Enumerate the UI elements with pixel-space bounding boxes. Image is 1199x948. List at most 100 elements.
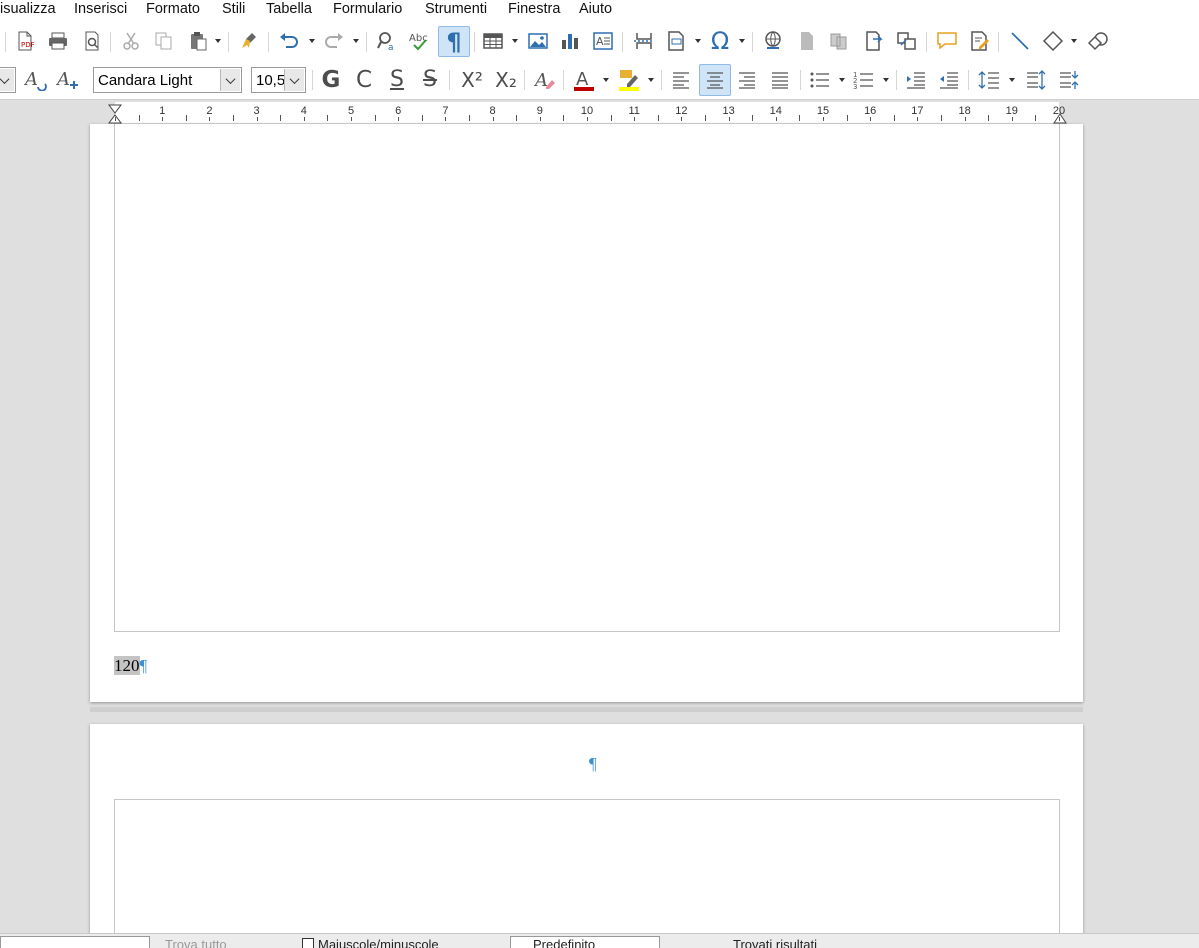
print-icon[interactable]: [44, 27, 72, 55]
menu-formulario[interactable]: Formulario: [333, 1, 402, 17]
paste-icon[interactable]: [184, 27, 212, 55]
highlight-color-dropdown-icon[interactable]: [647, 66, 655, 94]
insert-footnote-icon[interactable]: [793, 27, 821, 55]
horizontal-ruler[interactable]: 1 2 3 4 5 6 7 8 9 10 11 12 13 14 15 16 17 18 19 20: [91, 102, 1081, 124]
menu-strumenti[interactable]: Strumenti: [425, 1, 487, 17]
insert-comment-icon[interactable]: [933, 27, 961, 55]
line-spacing-dropdown-icon[interactable]: [1008, 66, 1016, 94]
copy-icon[interactable]: [150, 27, 178, 55]
chevron-down-icon[interactable]: [220, 69, 240, 91]
undo-dropdown-icon[interactable]: [308, 27, 316, 55]
chevron-down-icon[interactable]: [0, 69, 14, 91]
font-size-combo[interactable]: 10,5: [251, 67, 306, 93]
insert-chart-icon[interactable]: [556, 27, 584, 55]
ruler-tick: [610, 115, 612, 121]
ruler-tick: [539, 117, 541, 121]
text-frame[interactable]: [114, 799, 1060, 948]
print-preview-icon[interactable]: [78, 27, 106, 55]
ordered-list-icon[interactable]: 123: [850, 66, 878, 94]
svg-text:a: a: [388, 43, 394, 52]
basic-shapes-icon[interactable]: [1039, 27, 1067, 55]
document-page[interactable]: 120¶: [90, 124, 1083, 702]
menu-formato[interactable]: Formato: [146, 1, 200, 17]
menu-tabella[interactable]: Tabella: [266, 1, 312, 17]
first-line-indent-icon[interactable]: [108, 104, 122, 124]
formatting-marks-toggle[interactable]: ¶: [438, 26, 470, 57]
ruler-label: 19: [1005, 105, 1018, 117]
page-break-icon[interactable]: [630, 27, 658, 55]
ruler-label: 3: [253, 105, 260, 117]
insert-endnote-icon[interactable]: [826, 27, 854, 55]
new-style-icon[interactable]: A: [54, 66, 82, 94]
highlight-color-icon[interactable]: [615, 66, 643, 94]
ruler-label: 8: [489, 105, 496, 117]
insert-hyperlink-icon[interactable]: [759, 27, 787, 55]
menu-finestra[interactable]: Finestra: [508, 1, 560, 17]
paragraph-style-combo[interactable]: [0, 67, 16, 93]
menu-bar: isualizza Inserisci Formato Stili Tabell…: [0, 0, 1199, 22]
superscript-button[interactable]: X²: [456, 66, 488, 94]
insert-textbox-icon[interactable]: A: [589, 27, 617, 55]
paste-dropdown-icon[interactable]: [214, 27, 222, 55]
decrease-paragraph-spacing-icon[interactable]: [1055, 66, 1083, 94]
insert-table-icon[interactable]: [479, 27, 507, 55]
insert-field-dropdown-icon[interactable]: [694, 27, 702, 55]
align-center-icon[interactable]: [699, 64, 731, 96]
clear-formatting-icon[interactable]: A: [531, 66, 559, 94]
document-page[interactable]: ¶: [90, 724, 1083, 948]
menu-aiuto[interactable]: Aiuto: [579, 1, 612, 17]
bold-button[interactable]: G: [317, 66, 345, 94]
underline-button[interactable]: S: [383, 66, 411, 94]
find-replace-icon[interactable]: a: [373, 27, 401, 55]
align-left-icon[interactable]: [667, 66, 695, 94]
find-all-label[interactable]: Trova tutto: [165, 937, 227, 948]
font-color-icon[interactable]: A: [570, 66, 598, 94]
font-color-dropdown-icon[interactable]: [602, 66, 610, 94]
export-pdf-icon[interactable]: PDF: [11, 27, 39, 55]
track-changes-icon[interactable]: [966, 27, 994, 55]
italic-button[interactable]: C: [350, 66, 378, 94]
ruler-tick: [492, 117, 494, 121]
find-input[interactable]: [0, 936, 150, 948]
page-number-paragraph[interactable]: 120¶: [114, 656, 147, 676]
insert-image-icon[interactable]: [524, 27, 552, 55]
menu-stili[interactable]: Stili: [222, 1, 245, 17]
clone-formatting-icon[interactable]: [235, 27, 263, 55]
ruler-tick: [964, 117, 966, 121]
update-style-icon[interactable]: A: [22, 66, 50, 94]
insert-bookmark-icon[interactable]: [860, 27, 888, 55]
basic-shapes-dropdown-icon[interactable]: [1070, 27, 1078, 55]
special-character-dropdown-icon[interactable]: [738, 27, 746, 55]
page-style-combo[interactable]: Predefinito: [510, 936, 660, 948]
text-frame[interactable]: [114, 124, 1060, 632]
ordered-list-dropdown-icon[interactable]: [882, 66, 890, 94]
line-spacing-icon[interactable]: [975, 66, 1003, 94]
undo-icon[interactable]: [275, 27, 303, 55]
draw-functions-icon[interactable]: [1084, 27, 1112, 55]
svg-text:A: A: [56, 69, 70, 90]
insert-field-icon[interactable]: [662, 27, 690, 55]
insert-cross-reference-icon[interactable]: [893, 27, 921, 55]
ruler-tick: [469, 115, 470, 121]
unordered-list-dropdown-icon[interactable]: [838, 66, 846, 94]
redo-dropdown-icon[interactable]: [352, 27, 360, 55]
strikethrough-button[interactable]: S: [416, 66, 444, 94]
match-case-checkbox[interactable]: [302, 938, 314, 948]
cut-icon[interactable]: [117, 27, 145, 55]
unordered-list-icon[interactable]: [806, 66, 834, 94]
subscript-button[interactable]: X₂: [490, 66, 522, 94]
justify-icon[interactable]: [766, 66, 794, 94]
menu-inserisci[interactable]: Inserisci: [74, 1, 127, 17]
menu-visualizza[interactable]: isualizza: [0, 1, 56, 17]
align-right-icon[interactable]: [733, 66, 761, 94]
chevron-down-icon[interactable]: [284, 69, 304, 91]
insert-table-dropdown-icon[interactable]: [511, 27, 519, 55]
spelling-icon[interactable]: Abc: [406, 27, 434, 55]
decrease-indent-icon[interactable]: [935, 66, 963, 94]
increase-indent-icon[interactable]: [902, 66, 930, 94]
increase-paragraph-spacing-icon[interactable]: [1022, 66, 1050, 94]
redo-icon[interactable]: [320, 27, 348, 55]
font-name-combo[interactable]: Candara Light: [93, 67, 242, 93]
special-character-button[interactable]: Ω: [706, 27, 734, 55]
insert-line-icon[interactable]: [1006, 27, 1034, 55]
